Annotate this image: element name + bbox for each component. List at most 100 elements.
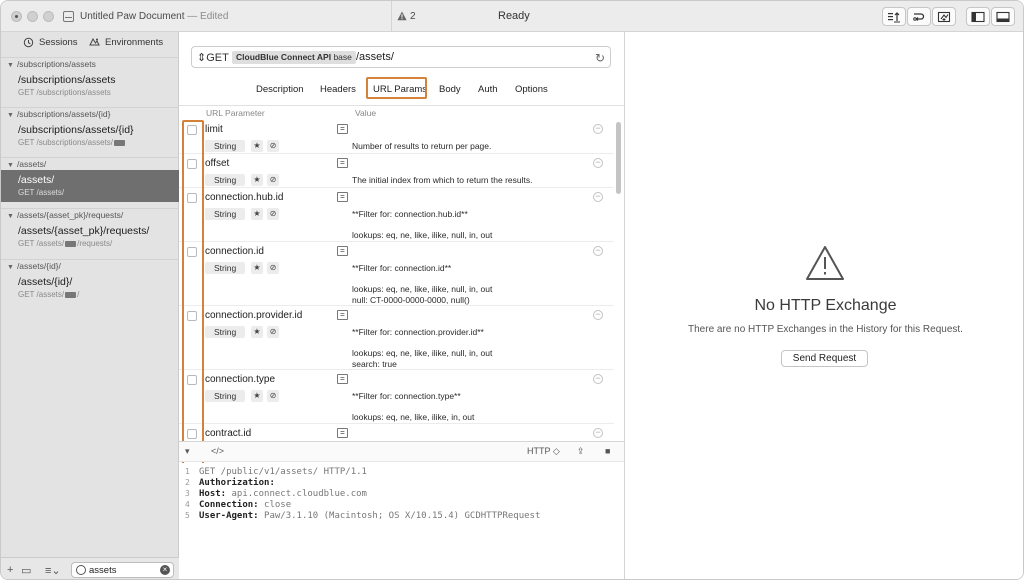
minimize-window-button[interactable] — [27, 11, 38, 22]
request-assets-asset-pk-requests[interactable]: /assets/{asset_pk}/requests/ GET /assets… — [1, 221, 179, 253]
request-subscriptions-assets-id[interactable]: /subscriptions/assets/{id} GET /subscrip… — [1, 120, 179, 152]
code-text: Host: api.connect.cloudblue.com — [199, 489, 367, 499]
group-subscriptions-assets[interactable]: ▼/subscriptions/assets — [1, 57, 179, 70]
tab-headers[interactable]: Headers — [320, 84, 356, 95]
filter-input[interactable]: assets × — [71, 562, 174, 578]
param-row-connection-id: connection.id String ★ ⊘ = **Filter for:… — [179, 243, 614, 306]
lock-icon[interactable]: ■ — [605, 446, 610, 458]
request-name: /subscriptions/assets — [18, 74, 116, 86]
add-icon[interactable]: + — [7, 564, 13, 576]
send-request-button[interactable]: Send Request — [781, 350, 868, 367]
tab-options[interactable]: Options — [515, 84, 548, 95]
equals-icon[interactable]: = — [337, 192, 348, 202]
request-subscriptions-assets[interactable]: /subscriptions/assets GET /subscriptions… — [1, 70, 179, 102]
star-icon[interactable]: ★ — [251, 326, 263, 338]
toggle-sidebar-button[interactable] — [966, 7, 990, 26]
status-text: Ready — [498, 10, 530, 22]
equals-icon[interactable]: = — [337, 428, 348, 438]
raw-request-view[interactable]: 1 GET /public/v1/assets/ HTTP/1.1 2 Author… — [179, 463, 624, 579]
code-view-icon[interactable]: </> — [211, 446, 224, 458]
param-name[interactable]: connection.type — [205, 374, 275, 385]
close-window-button[interactable] — [11, 11, 22, 22]
remove-param-icon[interactable]: − — [593, 246, 603, 256]
param-type[interactable]: String — [205, 208, 246, 220]
code-generator-button[interactable] — [907, 7, 931, 26]
link-icon[interactable]: ⊘ — [267, 140, 279, 152]
param-name[interactable]: connection.id — [205, 246, 264, 257]
param-name[interactable]: connection.provider.id — [205, 310, 302, 321]
request-assets-id[interactable]: /assets/{id}/ GET /assets/ / — [1, 272, 179, 304]
add-group-icon[interactable]: ▭ — [21, 564, 31, 577]
param-name[interactable]: limit — [205, 124, 223, 135]
header-key: Authorization: — [199, 478, 275, 488]
tab-body[interactable]: Body — [439, 84, 461, 95]
sidebar-icon — [971, 11, 985, 22]
equals-icon[interactable]: = — [337, 374, 348, 384]
equals-icon[interactable]: = — [337, 124, 348, 134]
method-select[interactable]: ⇕GET — [197, 51, 229, 64]
remove-param-icon[interactable]: − — [593, 158, 603, 168]
link-icon[interactable]: ⊘ — [267, 208, 279, 220]
request-editor: ⇕GET CloudBlue Connect API base /assets/… — [179, 32, 624, 579]
remove-param-icon[interactable]: − — [593, 124, 603, 134]
sort-icon[interactable]: ≡⌄ — [45, 564, 61, 577]
param-type[interactable]: String — [205, 140, 246, 152]
remove-param-icon[interactable]: − — [593, 374, 603, 384]
link-icon[interactable]: ⊘ — [267, 390, 279, 402]
title-divider — [391, 1, 392, 32]
star-icon[interactable]: ★ — [251, 390, 263, 402]
remove-param-icon[interactable]: − — [593, 192, 603, 202]
format-select[interactable]: HTTP ◇ — [527, 446, 560, 458]
url-path[interactable]: /assets/ — [356, 51, 394, 63]
export-button[interactable] — [882, 7, 906, 26]
star-icon[interactable]: ★ — [251, 140, 263, 152]
header-key: User-Agent: — [199, 511, 259, 521]
param-type[interactable]: String — [205, 390, 246, 402]
param-name[interactable]: offset — [205, 158, 229, 169]
group-assets-asset-pk-requests[interactable]: ▼/assets/{asset_pk}/requests/ — [1, 208, 179, 221]
param-name[interactable]: connection.hub.id — [205, 192, 283, 203]
link-icon[interactable]: ⊘ — [267, 262, 279, 274]
base-url-token[interactable]: CloudBlue Connect API base — [232, 51, 356, 64]
param-type[interactable]: String — [205, 262, 246, 274]
equals-icon[interactable]: = — [337, 158, 348, 168]
group-subscriptions-assets-id[interactable]: ▼/subscriptions/assets/{id} — [1, 107, 179, 120]
zoom-window-button[interactable] — [43, 11, 54, 22]
collapse-icon[interactable]: ▾ — [185, 446, 190, 458]
params-scrollbar[interactable] — [616, 122, 621, 194]
remove-param-icon[interactable]: − — [593, 310, 603, 320]
tab-environments[interactable]: Environments — [89, 37, 163, 48]
request-assets[interactable]: /assets/ GET /assets/ — [1, 170, 179, 202]
group-label: /assets/{asset_pk}/requests/ — [16, 210, 124, 220]
tab-auth[interactable]: Auth — [478, 84, 498, 95]
param-row-connection-type: connection.type String ★ ⊘ = **Filter fo… — [179, 371, 614, 424]
param-description: **Filter for: connection.hub.id** lookup… — [352, 209, 493, 240]
reload-icon[interactable]: ↻ — [595, 51, 605, 65]
param-type[interactable]: String — [205, 326, 246, 338]
star-icon[interactable]: ★ — [251, 208, 263, 220]
equals-icon[interactable]: = — [337, 246, 348, 256]
equals-icon[interactable]: = — [337, 310, 348, 320]
clear-filter-icon[interactable]: × — [160, 565, 170, 575]
header-key: Host: — [199, 489, 227, 499]
extensions-button[interactable] — [932, 7, 956, 26]
disclosure-triangle-icon: ▼ — [7, 112, 14, 119]
tab-sessions[interactable]: Sessions — [23, 37, 78, 48]
warning-count[interactable]: 2 — [410, 11, 416, 22]
tab-description[interactable]: Description — [256, 84, 304, 95]
group-assets[interactable]: ▼/assets/ — [1, 157, 179, 170]
toggle-bottom-panel-button[interactable] — [991, 7, 1015, 26]
group-assets-id[interactable]: ▼/assets/{id}/ — [1, 259, 179, 272]
tab-environments-label: Environments — [105, 37, 164, 48]
star-icon[interactable]: ★ — [251, 262, 263, 274]
share-icon[interactable]: ⇪ — [577, 446, 585, 458]
link-icon[interactable]: ⊘ — [267, 326, 279, 338]
remove-param-icon[interactable]: − — [593, 428, 603, 438]
code-generator-icon — [913, 12, 925, 21]
param-type[interactable]: String — [205, 174, 246, 186]
url-bar[interactable]: ⇕GET CloudBlue Connect API base /assets/… — [191, 46, 611, 68]
warning-icon[interactable] — [397, 11, 407, 21]
link-icon[interactable]: ⊘ — [267, 174, 279, 186]
param-name[interactable]: contract.id — [205, 428, 251, 439]
star-icon[interactable]: ★ — [251, 174, 263, 186]
